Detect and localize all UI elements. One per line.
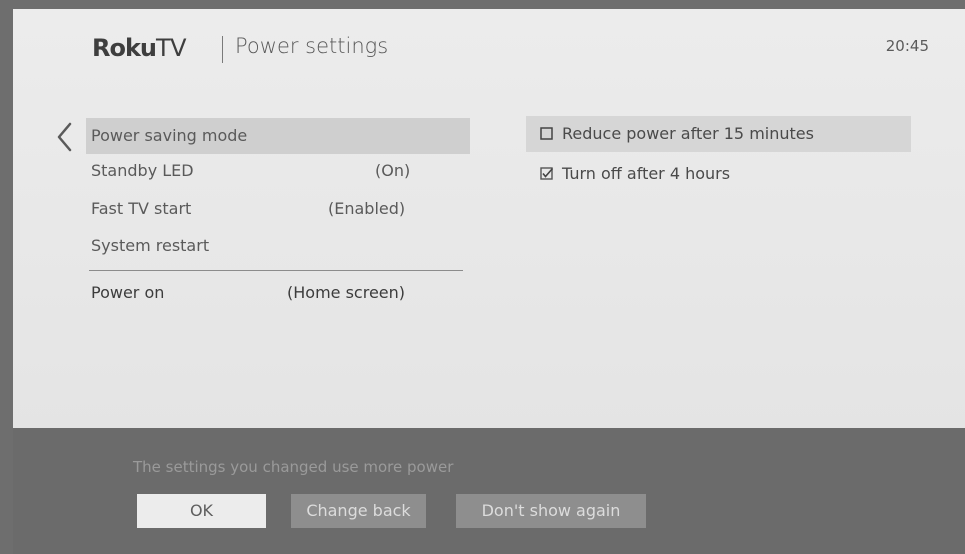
page-title: Power settings [235, 34, 389, 58]
checkbox-checked-icon [540, 167, 553, 180]
chevron-left-icon[interactable] [55, 121, 75, 153]
ok-button[interactable]: OK [137, 494, 266, 528]
menu-item-standby-led[interactable]: Standby LED (On) [86, 153, 470, 189]
title-separator [222, 36, 223, 63]
roku-tv-logo: RokuTV [92, 34, 187, 62]
checkbox-unchecked-icon [540, 127, 553, 140]
fast-tv-start-value: (Enabled) [328, 199, 406, 218]
menu-item-system-restart[interactable]: System restart [86, 228, 470, 264]
power-warning-dialog: The settings you changed use more power … [13, 428, 965, 554]
dialog-message: The settings you changed use more power [133, 458, 454, 476]
menu-item-power-on[interactable]: Power on (Home screen) [86, 275, 470, 311]
tv-screen: RokuTV Power settings 20:45 Power saving… [13, 9, 965, 554]
power-on-value: (Home screen) [287, 283, 406, 302]
option-turn-off[interactable]: Turn off after 4 hours [526, 156, 911, 192]
change-back-button[interactable]: Change back [291, 494, 426, 528]
menu-item-power-saving-mode[interactable]: Power saving mode [86, 118, 470, 154]
standby-led-value: (On) [375, 161, 411, 180]
option-reduce-power[interactable]: Reduce power after 15 minutes [526, 116, 911, 152]
menu-item-fast-tv-start[interactable]: Fast TV start (Enabled) [86, 191, 470, 227]
clock: 20:45 [885, 37, 929, 55]
dont-show-again-button[interactable]: Don't show again [456, 494, 646, 528]
menu-divider [89, 270, 463, 271]
